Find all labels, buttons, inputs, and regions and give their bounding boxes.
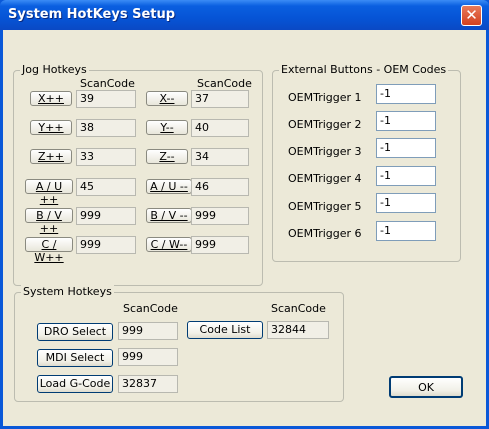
jog-x-minus-button[interactable]: X-- xyxy=(146,91,188,106)
jog-au-minus-button[interactable]: A / U -- xyxy=(146,179,192,194)
jog-z-plus-label: Z++ xyxy=(38,150,64,163)
dialog-window: System HotKeys Setup ✕ Jog Hotkeys ScanC… xyxy=(0,0,489,429)
jog-y-plus-label: Y++ xyxy=(38,121,64,134)
jog-au-plus-scancode[interactable]: 45 xyxy=(76,178,136,196)
ok-label: OK xyxy=(418,381,434,394)
close-icon: ✕ xyxy=(465,6,478,24)
jog-cw-minus-label: C / W-- xyxy=(150,238,188,251)
jog-cw-plus-label: C / W++ xyxy=(34,238,64,264)
oem-trigger-4-label: OEMTrigger 4 xyxy=(288,172,362,185)
oem-trigger-6-input[interactable]: -1 xyxy=(376,221,436,241)
mdi-select-label: MDI Select xyxy=(45,351,105,364)
jog-cw-plus-button[interactable]: C / W++ xyxy=(25,237,73,264)
mdi-select-scancode[interactable]: 999 xyxy=(118,348,178,366)
oem-trigger-5-label: OEMTrigger 5 xyxy=(288,200,362,213)
jog-au-plus-label: A / U ++ xyxy=(35,180,63,206)
system-hotkeys-title: System Hotkeys xyxy=(21,285,114,298)
jog-scancode-header-left: ScanCode xyxy=(80,77,135,90)
oem-trigger-6-label: OEMTrigger 6 xyxy=(288,227,362,240)
dro-select-label: DRO Select xyxy=(43,325,107,338)
jog-bv-plus-label: B / V ++ xyxy=(36,209,62,235)
jog-bv-minus-button[interactable]: B / V -- xyxy=(146,208,192,223)
dro-select-button[interactable]: DRO Select xyxy=(37,323,113,341)
jog-x-plus-scancode[interactable]: 39 xyxy=(76,90,136,108)
system-scancode-header-left: ScanCode xyxy=(123,302,178,315)
jog-scancode-header-right: ScanCode xyxy=(197,77,252,90)
jog-bv-plus-button[interactable]: B / V ++ xyxy=(25,208,73,235)
oem-trigger-5-input[interactable]: -1 xyxy=(376,193,436,213)
jog-y-minus-button[interactable]: Y-- xyxy=(146,120,188,135)
jog-z-minus-button[interactable]: Z-- xyxy=(146,149,188,164)
oem-trigger-2-input[interactable]: -1 xyxy=(376,111,436,131)
load-gcode-scancode[interactable]: 32837 xyxy=(118,375,178,393)
oem-trigger-2-label: OEMTrigger 2 xyxy=(288,118,362,131)
jog-y-plus-button[interactable]: Y++ xyxy=(30,120,72,135)
jog-x-minus-label: X-- xyxy=(159,92,175,105)
jog-au-minus-scancode[interactable]: 46 xyxy=(191,178,249,196)
jog-z-minus-scancode[interactable]: 34 xyxy=(191,148,249,166)
oem-trigger-1-input[interactable]: -1 xyxy=(376,84,436,104)
window-title: System HotKeys Setup xyxy=(8,7,176,22)
jog-au-plus-button[interactable]: A / U ++ xyxy=(25,179,73,206)
jog-y-plus-scancode[interactable]: 38 xyxy=(76,119,136,137)
load-gcode-label: Load G-Code xyxy=(39,377,111,390)
jog-z-minus-label: Z-- xyxy=(159,150,175,163)
jog-hotkeys-title: Jog Hotkeys xyxy=(20,63,89,76)
oem-codes-title: External Buttons - OEM Codes xyxy=(279,63,449,76)
code-list-label: Code List xyxy=(199,323,251,336)
mdi-select-button[interactable]: MDI Select xyxy=(37,349,113,367)
oem-trigger-3-input[interactable]: -1 xyxy=(376,138,436,158)
jog-z-plus-scancode[interactable]: 33 xyxy=(76,148,136,166)
jog-z-plus-button[interactable]: Z++ xyxy=(30,149,72,164)
title-bar[interactable]: System HotKeys Setup ✕ xyxy=(0,0,489,30)
oem-trigger-3-label: OEMTrigger 3 xyxy=(288,145,362,158)
jog-y-minus-label: Y-- xyxy=(160,121,174,134)
jog-x-plus-button[interactable]: X++ xyxy=(30,91,72,106)
jog-cw-minus-scancode[interactable]: 999 xyxy=(191,236,249,254)
jog-bv-minus-scancode[interactable]: 999 xyxy=(191,207,249,225)
close-button[interactable]: ✕ xyxy=(461,5,482,26)
dro-select-scancode[interactable]: 999 xyxy=(118,322,178,340)
load-gcode-button[interactable]: Load G-Code xyxy=(37,375,113,393)
code-list-button[interactable]: Code List xyxy=(187,321,263,339)
jog-bv-plus-scancode[interactable]: 999 xyxy=(76,207,136,225)
jog-cw-minus-button[interactable]: C / W-- xyxy=(146,237,192,252)
jog-au-minus-label: A / U -- xyxy=(150,180,188,193)
jog-cw-plus-scancode[interactable]: 999 xyxy=(76,236,136,254)
jog-bv-minus-label: B / V -- xyxy=(150,209,188,222)
system-scancode-header-right: ScanCode xyxy=(271,302,326,315)
ok-button[interactable]: OK xyxy=(389,376,463,398)
jog-x-minus-scancode[interactable]: 37 xyxy=(191,90,249,108)
oem-trigger-1-label: OEMTrigger 1 xyxy=(288,91,362,104)
dialog-client-area: Jog Hotkeys ScanCode ScanCode X++ 39 X--… xyxy=(3,30,486,426)
code-list-scancode[interactable]: 32844 xyxy=(267,321,329,339)
jog-y-minus-scancode[interactable]: 40 xyxy=(191,119,249,137)
oem-trigger-4-input[interactable]: -1 xyxy=(376,166,436,186)
jog-x-plus-label: X++ xyxy=(38,92,64,105)
